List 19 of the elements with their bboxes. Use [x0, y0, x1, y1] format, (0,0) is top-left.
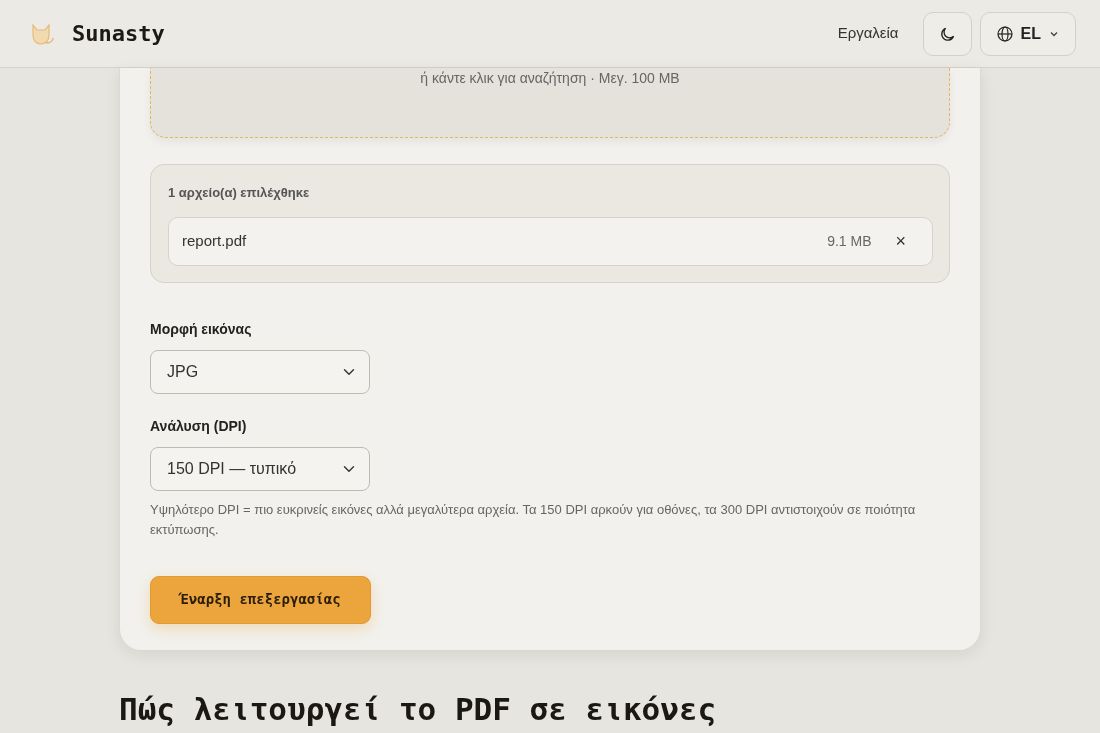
language-button[interactable]: EL	[979, 11, 1076, 56]
help-text: Υψηλότερο DPI = πιο ευκρινείς εικόνες αλλά μεγαλύτερα αρχεία. Τα 150 DPI αρκούν για οθόνες, τα 300 DPI αντιστοιχούν σε ποιότητα εκτύπωσης.	[150, 500, 917, 539]
section-heading: Πώς λειτουργεί το PDF σε εικόνες	[119, 690, 718, 728]
format-select[interactable]: JPG	[150, 349, 370, 394]
file-size: 9.1 MB	[827, 231, 872, 251]
globe-icon	[996, 25, 1013, 42]
file-dropzone[interactable]: ή κάντε κλικ για αναζήτηση · Μεγ. 100 MB	[150, 68, 950, 138]
field-label: Μορφή εικόνας	[150, 319, 253, 339]
brand-name[interactable]: Sunasty	[72, 17, 165, 50]
theme-toggle-button[interactable]	[922, 11, 972, 56]
start-button[interactable]: Έναρξη επεξεργασίας	[150, 575, 371, 624]
moon-icon	[939, 26, 955, 42]
remove-file-button[interactable]: ×	[895, 232, 906, 250]
tools-link[interactable]: Εργαλεία	[837, 22, 899, 45]
dropzone-hint: ή κάντε κλικ για αναζήτηση · Μεγ. 100 MB	[420, 69, 680, 88]
field-label: Ανάλυση (DPI)	[150, 416, 248, 436]
selected-count: 1 αρχείο(α) επιλέχθηκε	[168, 184, 311, 202]
resolution-select[interactable]: 150 DPI — τυπικό	[150, 446, 370, 491]
file-name: report.pdf	[182, 230, 247, 251]
